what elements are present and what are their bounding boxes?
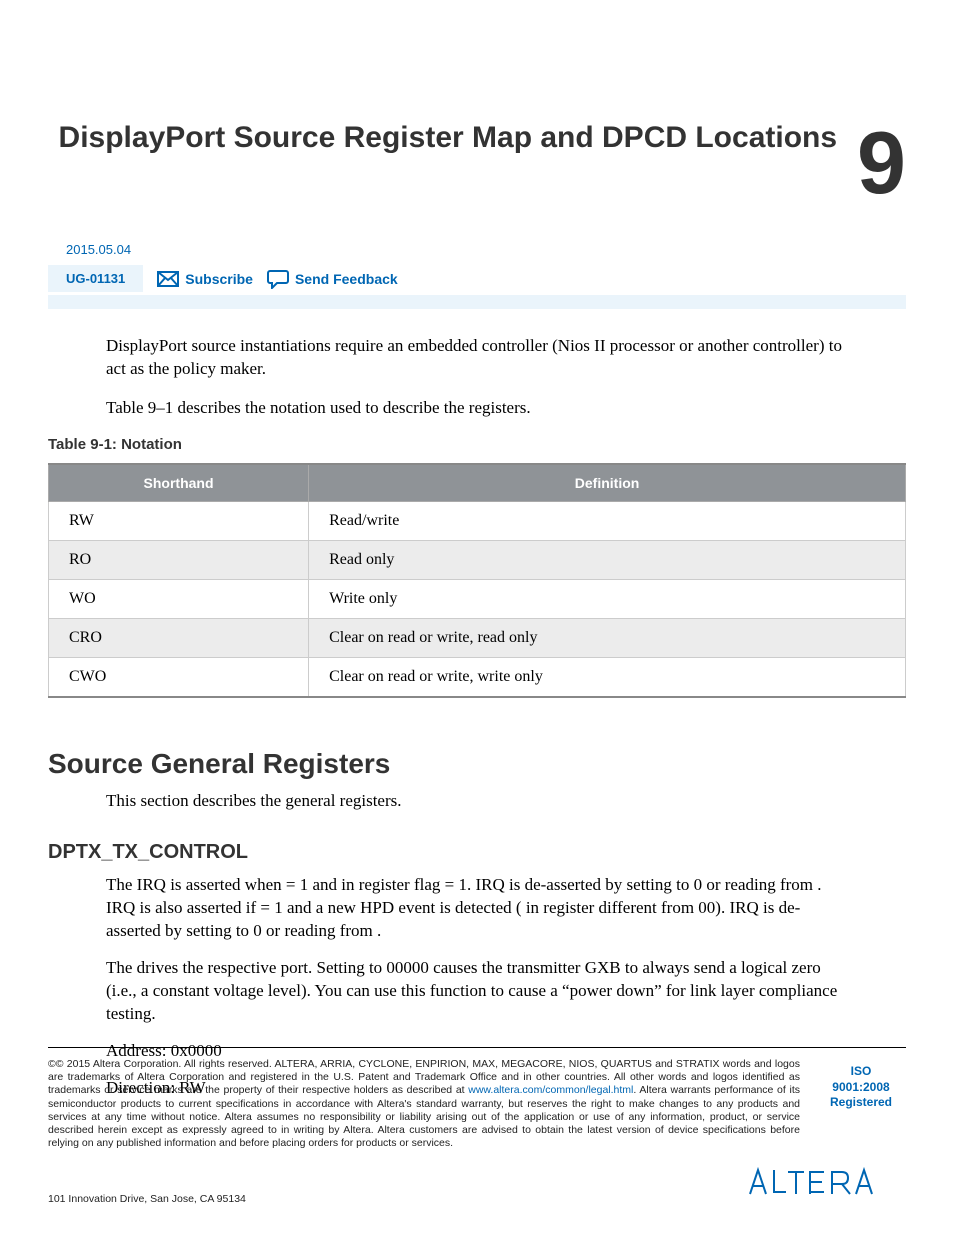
page-content: DisplayPort Source Register Map and DPCD…: [0, 0, 954, 1100]
document-date: 2015.05.04: [48, 238, 149, 261]
feedback-link[interactable]: Send Feedback: [267, 269, 398, 289]
cell: Write only: [309, 580, 906, 619]
chapter-number: 9: [857, 128, 906, 198]
col-shorthand: Shorthand: [49, 464, 309, 502]
register-paragraph-2: The drives the respective port. Setting …: [106, 957, 846, 1026]
table-header-row: Shorthand Definition: [49, 464, 906, 502]
cell: Clear on read or write, read only: [309, 619, 906, 658]
iso-line-3: Registered: [816, 1095, 906, 1111]
cell: CRO: [49, 619, 309, 658]
feedback-label: Send Feedback: [295, 271, 398, 287]
table-row: RORead only: [49, 541, 906, 580]
legal-text: ©© 2015 Altera Corporation. All rights r…: [48, 1058, 800, 1150]
chapter-title: DisplayPort Source Register Map and DPCD…: [48, 120, 837, 156]
cell: CWO: [49, 658, 309, 698]
copyright-symbol: ©: [48, 1058, 56, 1070]
cell: Read only: [309, 541, 906, 580]
table-row: CWOClear on read or write, write only: [49, 658, 906, 698]
col-definition: Definition: [309, 464, 906, 502]
iso-badge: ISO 9001:2008 Registered: [816, 1058, 906, 1150]
table-row: RWRead/write: [49, 502, 906, 541]
meta-action-row: UG-01131 Subscribe Send Feedback: [48, 265, 906, 292]
section-heading: Source General Registers: [48, 748, 906, 780]
subscribe-label: Subscribe: [185, 271, 253, 287]
intro-paragraph-2: Table 9–1 describes the notation used to…: [106, 397, 846, 420]
register-heading: DPTX_TX_CONTROL: [48, 841, 906, 864]
notation-table: Shorthand Definition RWRead/write RORead…: [48, 463, 906, 698]
table-row: CROClear on read or write, read only: [49, 619, 906, 658]
section-intro: This section describes the general regis…: [106, 790, 846, 813]
envelope-icon: [157, 271, 179, 287]
register-paragraph-1: The IRQ is asserted when = 1 and in regi…: [106, 874, 846, 943]
company-address: 101 Innovation Drive, San Jose, CA 95134: [48, 1193, 246, 1205]
iso-line-1: ISO: [816, 1064, 906, 1080]
cell: RO: [49, 541, 309, 580]
cell: WO: [49, 580, 309, 619]
table-caption: Table 9-1: Notation: [48, 436, 906, 453]
cell: Clear on read or write, write only: [309, 658, 906, 698]
table-row: WOWrite only: [49, 580, 906, 619]
intro-paragraph-1: DisplayPort source instantiations requir…: [106, 335, 846, 381]
meta-date-row: 2015.05.04: [48, 238, 906, 261]
footer-rule: [48, 1047, 906, 1048]
header-divider: [48, 295, 906, 309]
chapter-head: DisplayPort Source Register Map and DPCD…: [48, 120, 906, 198]
cell: RW: [49, 502, 309, 541]
subscribe-link[interactable]: Subscribe: [157, 271, 253, 287]
document-id: UG-01131: [48, 265, 143, 292]
legal-link[interactable]: www.altera.com/common/legal.html: [468, 1084, 633, 1096]
cell: Read/write: [309, 502, 906, 541]
comment-icon: [267, 269, 289, 289]
iso-line-2: 9001:2008: [816, 1080, 906, 1096]
page-footer: ©© 2015 Altera Corporation. All rights r…: [48, 1047, 906, 1205]
altera-logo: [746, 1164, 906, 1205]
